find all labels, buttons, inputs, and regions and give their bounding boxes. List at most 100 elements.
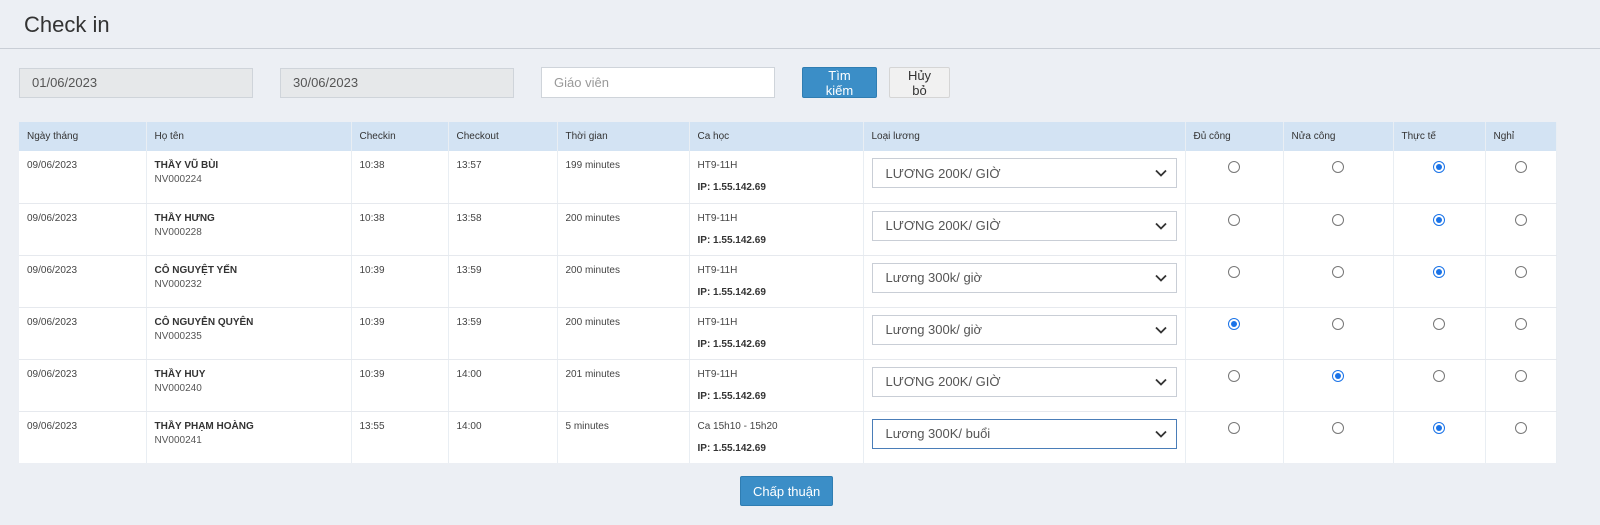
- radio-du-cong[interactable]: [1228, 265, 1240, 278]
- radio-thuc-te[interactable]: [1433, 369, 1445, 382]
- checkin-time: 13:55: [359, 420, 385, 432]
- checkin-time: 10:38: [359, 160, 385, 171]
- radio-du-cong[interactable]: [1228, 213, 1240, 226]
- checkout-time: 13:57: [456, 160, 482, 171]
- salary-type-select[interactable]: LƯƠNG 200K/ GIỜ: [871, 158, 1177, 188]
- radio-nghi[interactable]: [1514, 213, 1527, 226]
- cell-shift: HT9-11H IP: 1.55.142.69: [689, 255, 864, 308]
- radio-du-cong[interactable]: [1228, 369, 1240, 382]
- shift-name: HT9-11H: [697, 212, 738, 224]
- radio-nua-cong[interactable]: [1332, 265, 1344, 278]
- radio-thuc-te[interactable]: [1433, 161, 1445, 173]
- date-text: 09/06/2023: [27, 212, 78, 224]
- radio-nghi[interactable]: [1514, 369, 1527, 382]
- shift-name: HT9-11H: [697, 264, 738, 276]
- employee-code: NV000235: [154, 330, 202, 342]
- salary-type-select[interactable]: Lương 300k/ giờ: [871, 314, 1177, 345]
- cell-duration: 200 minutes: [557, 255, 690, 308]
- checkin-time: 10:38: [359, 212, 385, 224]
- radio-du-cong[interactable]: [1228, 317, 1240, 330]
- cell-shift: HT9-11H IP: 1.55.142.69: [689, 307, 864, 360]
- cell-date: 09/06/2023: [19, 411, 147, 463]
- cell-shift: HT9-11H IP: 1.55.142.69: [689, 359, 864, 412]
- cell-checkin: 10:38: [351, 151, 449, 204]
- employee-code: NV000241: [154, 434, 202, 446]
- salary-type-select[interactable]: Lương 300k/ giờ: [871, 262, 1177, 293]
- employee-code: NV000240: [154, 382, 202, 394]
- header-salary-type: Loại lương: [863, 122, 1186, 151]
- date-text: 09/06/2023: [27, 316, 78, 328]
- cell-du-cong: [1185, 411, 1284, 463]
- salary-type-value: LƯƠNG 200K/ GIỜ: [885, 165, 1001, 181]
- radio-nghi[interactable]: [1514, 317, 1527, 330]
- cell-thuc-te: [1393, 203, 1486, 256]
- cell-name: THẦY PHẠM HOÀNG NV000241: [146, 411, 352, 463]
- salary-type-select[interactable]: LƯƠNG 200K/ GIỜ: [871, 210, 1177, 241]
- chevron-down-icon: [1154, 274, 1167, 282]
- radio-du-cong[interactable]: [1228, 161, 1240, 173]
- table-row: 09/06/2023 THẦY PHẠM HOÀNG NV000241 13:55 14…: [19, 411, 1557, 463]
- teacher-search-input[interactable]: [541, 67, 775, 98]
- checkin-table-wrap: Ngày tháng Họ tên Checkin Checkout Thời …: [19, 122, 1557, 463]
- cell-checkout: 13:59: [448, 307, 558, 360]
- radio-nghi[interactable]: [1514, 161, 1527, 173]
- radio-nua-cong[interactable]: [1332, 161, 1344, 173]
- radio-thuc-te[interactable]: [1433, 317, 1445, 330]
- cancel-button[interactable]: Hủy bỏ: [889, 67, 950, 98]
- duration-text: 5 minutes: [565, 420, 609, 432]
- checkin-table: Ngày tháng Họ tên Checkin Checkout Thời …: [19, 122, 1557, 463]
- ip-address: IP: 1.55.142.69: [697, 442, 766, 454]
- cell-du-cong: [1185, 151, 1284, 204]
- cell-checkout: 13:59: [448, 255, 558, 308]
- table-row: 09/06/2023 CÔ NGUYỆT YẾN NV000232 10:39 13:5…: [19, 255, 1557, 308]
- ip-address: IP: 1.55.142.69: [697, 234, 766, 246]
- shift-name: HT9-11H: [697, 368, 738, 380]
- radio-nghi[interactable]: [1514, 421, 1527, 434]
- duration-text: 200 minutes: [565, 264, 620, 276]
- search-button[interactable]: Tìm kiếm: [802, 67, 877, 98]
- radio-nua-cong[interactable]: [1332, 213, 1344, 226]
- teacher-name: THẦY HUY: [154, 368, 206, 380]
- duration-text: 201 minutes: [565, 368, 620, 380]
- header-name: Họ tên: [146, 122, 352, 151]
- radio-thuc-te[interactable]: [1433, 265, 1445, 278]
- cell-checkout: 14:00: [448, 411, 558, 463]
- teacher-name: THẦY VŨ BÙI: [154, 160, 219, 171]
- cell-name: CÔ NGUYỆT YẾN NV000232: [146, 255, 352, 308]
- table-header-row: Ngày tháng Họ tên Checkin Checkout Thời …: [19, 122, 1557, 151]
- cell-thuc-te: [1393, 255, 1486, 308]
- checkout-time: 13:58: [456, 212, 482, 224]
- checkin-time: 10:39: [359, 368, 385, 380]
- chevron-down-icon: [1154, 326, 1167, 334]
- cell-salary: LƯƠNG 200K/ GIỜ: [863, 359, 1186, 412]
- radio-thuc-te[interactable]: [1433, 421, 1445, 434]
- approve-button[interactable]: Chấp thuận: [740, 476, 834, 506]
- cell-nua-cong: [1283, 411, 1394, 463]
- cell-salary: LƯƠNG 200K/ GIỜ: [863, 151, 1186, 204]
- cell-nua-cong: [1283, 359, 1394, 412]
- shift-name: HT9-11H: [697, 316, 738, 328]
- cell-date: 09/06/2023: [19, 255, 147, 308]
- table-row: 09/06/2023 THẦY HUY NV000240 10:39 14:00 201 …: [19, 359, 1557, 412]
- radio-nua-cong[interactable]: [1332, 421, 1344, 434]
- radio-du-cong[interactable]: [1228, 421, 1240, 434]
- salary-type-select[interactable]: Lương 300K/ buổi: [871, 418, 1177, 449]
- cell-checkout: 14:00: [448, 359, 558, 412]
- header-date: Ngày tháng: [19, 122, 147, 151]
- cell-nghi: [1485, 151, 1557, 204]
- radio-nua-cong[interactable]: [1332, 369, 1344, 382]
- radio-nghi[interactable]: [1514, 265, 1527, 278]
- table-body: 09/06/2023 THẦY VŨ BÙI NV000224 10:38 13:57 1…: [19, 151, 1557, 463]
- cell-thuc-te: [1393, 307, 1486, 360]
- radio-nua-cong[interactable]: [1332, 317, 1344, 330]
- employee-code: NV000232: [154, 278, 202, 290]
- cell-nghi: [1485, 203, 1557, 256]
- employee-code: NV000224: [154, 174, 202, 185]
- date-from-input[interactable]: [19, 67, 253, 98]
- radio-thuc-te[interactable]: [1433, 213, 1445, 226]
- cell-duration: 200 minutes: [557, 203, 690, 256]
- cell-salary: Lương 300k/ giờ: [863, 255, 1186, 308]
- salary-type-select[interactable]: LƯƠNG 200K/ GIỜ: [871, 366, 1177, 397]
- date-to-input[interactable]: [280, 67, 514, 98]
- cell-date: 09/06/2023: [19, 307, 147, 360]
